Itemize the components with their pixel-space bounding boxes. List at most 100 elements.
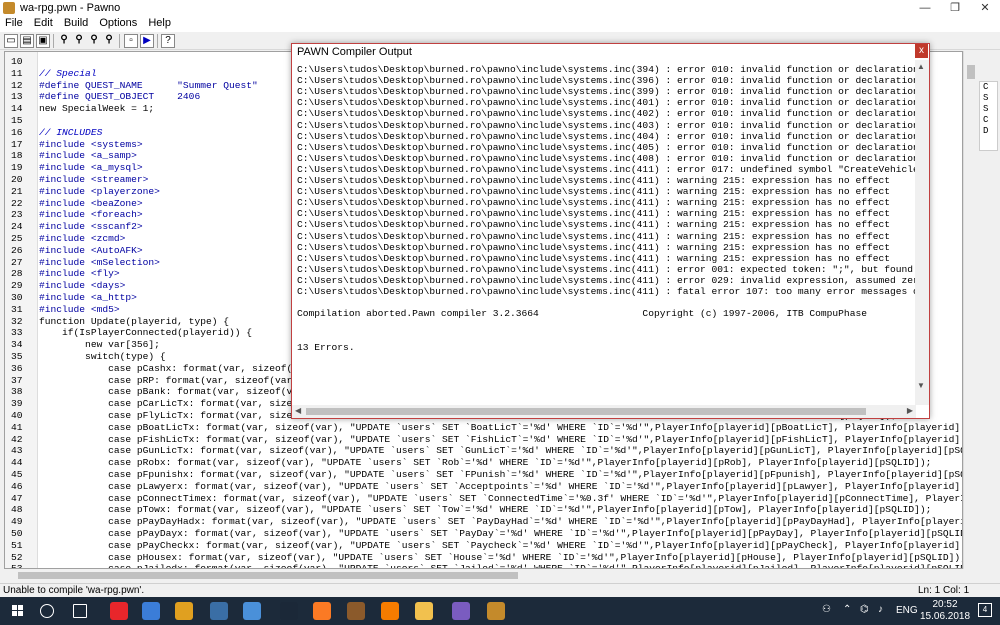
code-line[interactable]: 43 case pGunLicTx: format(var, sizeof(va… (5, 445, 962, 457)
volume-icon[interactable]: ♪ (878, 604, 883, 615)
function-list-item[interactable]: C (983, 82, 997, 93)
code-text: #define QUEST_NAME "Summer Quest" (39, 79, 258, 91)
code-line[interactable]: 46 case pLawyerx: format(var, sizeof(var… (5, 481, 962, 493)
code-line[interactable]: 48 case pTowx: format(var, sizeof(var), … (5, 504, 962, 516)
folder-icon[interactable] (415, 602, 433, 620)
line-number: 51 (11, 539, 23, 551)
dialog-horizontal-scrollbar[interactable]: ◀ ▶ (292, 405, 916, 418)
line-number: 49 (11, 516, 23, 528)
show-hidden-icons-icon[interactable]: ⌃ (843, 604, 851, 615)
pawno-icon[interactable] (487, 602, 505, 620)
line-number: 28 (11, 268, 23, 280)
people-icon[interactable]: ⚇ (822, 604, 831, 615)
code-line[interactable]: 47 case pConnectTimex: format(var, sizeo… (5, 493, 962, 505)
scroll-up-icon[interactable]: ▲ (917, 62, 925, 71)
code-line[interactable]: 51 case pPayCheckx: format(var, sizeof(v… (5, 539, 962, 552)
save-icon[interactable]: ▣ (36, 34, 50, 48)
notification-center-icon[interactable]: 4 (978, 603, 992, 617)
find-next-icon[interactable]: ⚲ (72, 34, 86, 48)
code-text: #include <playerzone> (39, 185, 160, 197)
game2-icon[interactable] (347, 602, 365, 620)
function-list-item[interactable]: C (983, 115, 997, 126)
editor-vertical-scrollbar[interactable] (963, 51, 977, 569)
run-icon[interactable]: ▶ (140, 34, 154, 48)
steam-icon[interactable] (280, 602, 298, 620)
minimize-button[interactable]: — (910, 0, 940, 16)
menu-edit[interactable]: Edit (29, 16, 53, 30)
find-icon[interactable]: ⚲ (57, 34, 71, 48)
code-text: #include <streamer> (39, 174, 149, 185)
code-line[interactable]: 45 case pFpunishx: format(var, sizeof(va… (5, 469, 963, 481)
photos-icon[interactable] (210, 602, 228, 620)
scrollbar-thumb[interactable] (18, 572, 518, 579)
goto-icon[interactable]: ⚲ (102, 34, 116, 48)
line-number: 27 (11, 256, 23, 268)
task-view-icon[interactable] (73, 604, 87, 618)
maximize-button[interactable]: ❐ (940, 0, 970, 16)
xampp-icon[interactable] (313, 602, 331, 620)
game-icon[interactable] (175, 602, 193, 620)
code-line[interactable]: 52 case pHousex: format(var, sizeof(var)… (5, 552, 962, 564)
help-icon[interactable]: ? (161, 34, 175, 48)
editor-horizontal-scrollbar[interactable] (4, 569, 963, 582)
calculator-icon[interactable] (142, 602, 160, 620)
scroll-left-icon[interactable]: ◀ (295, 406, 301, 415)
start-button[interactable] (0, 597, 36, 625)
chat-icon[interactable] (452, 602, 470, 620)
network-icon[interactable] (243, 602, 261, 620)
network-tray-icon[interactable]: ⌬ (860, 604, 869, 615)
line-number: 48 (11, 504, 23, 516)
close-button[interactable]: ✕ (970, 0, 1000, 16)
opera-icon[interactable] (110, 602, 128, 620)
menu-help[interactable]: Help (143, 16, 171, 30)
language-indicator[interactable]: ENG (896, 605, 918, 616)
scrollbar-thumb[interactable] (967, 65, 975, 79)
compiler-output-line: C:\Users\tudos\Desktop\burned.ro\pawno\i… (297, 163, 915, 175)
menu-build[interactable]: Build (59, 16, 88, 30)
xamp-x-icon[interactable] (381, 602, 399, 620)
replace-icon[interactable]: ⚲ (87, 34, 101, 48)
menu-file[interactable]: File (0, 16, 23, 30)
function-list-item[interactable]: D (983, 126, 997, 137)
dialog-vertical-scrollbar[interactable]: ▲ ▼ (915, 60, 929, 405)
line-number: 35 (11, 351, 23, 362)
compiler-output-text[interactable]: C:\Users\tudos\Desktop\burned.ro\pawno\i… (295, 63, 915, 405)
compiler-output-line: 13 Errors. (297, 341, 355, 353)
windows-logo-icon (12, 605, 24, 617)
scroll-down-icon[interactable]: ▼ (917, 381, 925, 390)
status-bar: Unable to compile 'wa-rpg.pwn'. Ln: 1 Co… (0, 583, 1000, 597)
function-list-item[interactable]: S (983, 104, 997, 115)
compiler-output-line: C:\Users\tudos\Desktop\burned.ro\pawno\i… (297, 208, 890, 220)
open-folder-icon[interactable]: ▤ (20, 34, 34, 48)
line-number: 14 (11, 103, 23, 115)
line-number: 36 (11, 362, 23, 374)
line-number: 43 (11, 445, 23, 457)
code-line[interactable]: 50 case pPayDayx: format(var, sizeof(var… (5, 528, 962, 540)
code-line[interactable]: 41 case pBoatLicTx: format(var, sizeof(v… (5, 422, 962, 434)
dialog-close-button[interactable]: x (915, 44, 928, 58)
search-icon[interactable] (40, 604, 54, 618)
compiler-output-line: C:\Users\tudos\Desktop\burned.ro\pawno\i… (297, 130, 915, 142)
compiler-output-line: C:\Users\tudos\Desktop\burned.ro\pawno\i… (297, 75, 915, 87)
compiler-output-line: Compilation aborted.Pawn compiler 3.2.36… (297, 308, 867, 320)
code-text: case pRP: format(var, sizeof(var), (39, 374, 304, 386)
line-number: 26 (11, 244, 23, 256)
compiler-output-line: C:\Users\tudos\Desktop\burned.ro\pawno\i… (297, 152, 915, 164)
scrollbar-thumb[interactable] (306, 408, 866, 415)
code-line[interactable]: 49 case pPayDayHadx: format(var, sizeof(… (5, 516, 962, 528)
compiler-output-line: C:\Users\tudos\Desktop\burned.ro\pawno\i… (297, 186, 890, 198)
clock[interactable]: 20:52 15.06.2018 (920, 599, 970, 623)
function-list[interactable]: CSSCD (979, 81, 998, 151)
code-text: case pFpunishx: format(var, sizeof(var),… (39, 469, 963, 480)
new-file-icon[interactable]: ▭ (4, 34, 18, 48)
status-message: Unable to compile 'wa-rpg.pwn'. (3, 585, 145, 596)
function-list-item[interactable]: S (983, 93, 997, 104)
clock-date: 15.06.2018 (920, 611, 971, 622)
code-line[interactable]: 42 case pFishLicTx: format(var, sizeof(v… (5, 434, 962, 446)
code-line[interactable]: 44 case pRobx: format(var, sizeof(var), … (5, 457, 962, 469)
compile-icon[interactable]: ▫ (124, 34, 138, 48)
scroll-right-icon[interactable]: ▶ (907, 406, 913, 415)
line-number: 44 (11, 457, 23, 469)
line-number: 17 (11, 138, 23, 150)
menu-options[interactable]: Options (94, 16, 137, 30)
